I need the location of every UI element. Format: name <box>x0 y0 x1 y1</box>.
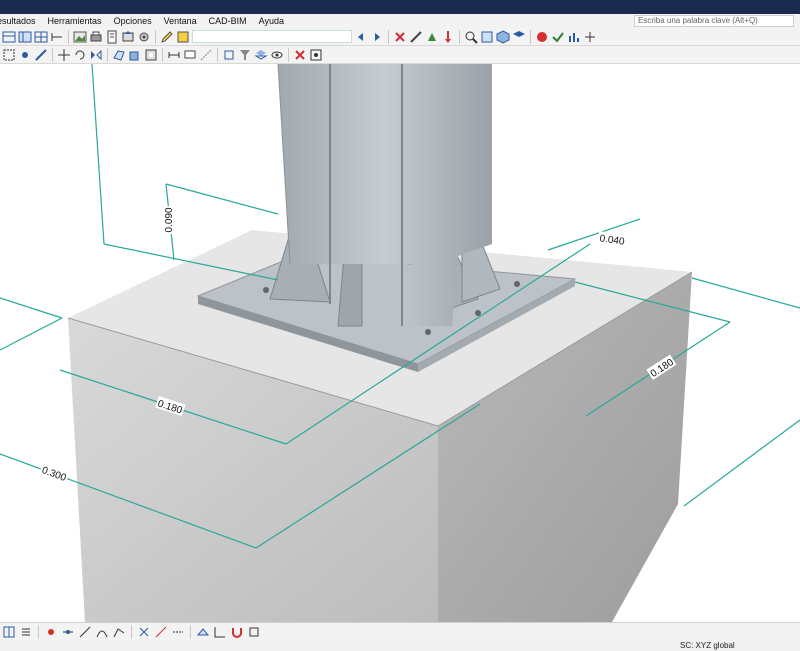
visibility-icon[interactable] <box>270 48 284 62</box>
stop-icon[interactable] <box>535 30 549 44</box>
magnet-icon[interactable] <box>230 625 244 639</box>
report-icon[interactable] <box>105 30 119 44</box>
member-icon[interactable] <box>409 30 423 44</box>
angle-icon[interactable] <box>213 625 227 639</box>
toolbar-separator <box>52 47 53 62</box>
toolbar-separator <box>217 47 218 62</box>
secondary-toolbar <box>0 46 800 64</box>
toolbar-separator <box>107 47 108 62</box>
anchor-bolt-icon <box>514 281 520 287</box>
comment-icon[interactable] <box>183 48 197 62</box>
menu-herramientas[interactable]: Herramientas <box>42 14 108 28</box>
settings-icon[interactable] <box>137 30 151 44</box>
delete-icon[interactable] <box>393 30 407 44</box>
model-canvas: 0.090 0.040 0.180 0.180 0.300 <box>0 64 800 622</box>
status-bar: SC: XYZ global <box>0 641 800 651</box>
list-icon[interactable] <box>19 625 33 639</box>
toolbar-separator <box>530 29 531 44</box>
arrow-right-icon[interactable] <box>370 30 384 44</box>
check-icon[interactable] <box>551 30 565 44</box>
bottom-toolbar <box>0 622 800 641</box>
guide-icon[interactable] <box>199 48 213 62</box>
rotate-icon[interactable] <box>73 48 87 62</box>
axes-icon[interactable] <box>583 30 597 44</box>
workplane-icon[interactable] <box>196 625 210 639</box>
opening-icon[interactable] <box>144 48 158 62</box>
3d-model-viewport[interactable]: 0.090 0.040 0.180 0.180 0.300 <box>0 64 800 622</box>
snap-grid-icon[interactable] <box>2 625 16 639</box>
midpoint-icon[interactable] <box>61 625 75 639</box>
view-icon[interactable] <box>480 30 494 44</box>
print-icon[interactable] <box>89 30 103 44</box>
grid-icon[interactable] <box>34 30 48 44</box>
dimension-icon[interactable] <box>167 48 181 62</box>
menu-ayuda[interactable]: Ayuda <box>253 14 290 28</box>
move-icon[interactable] <box>57 48 71 62</box>
toolbar-separator <box>388 29 389 44</box>
extend-icon[interactable] <box>154 625 168 639</box>
line-draw-icon[interactable] <box>78 625 92 639</box>
arrow-left-icon[interactable] <box>354 30 368 44</box>
node-icon[interactable] <box>18 48 32 62</box>
support-icon[interactable] <box>425 30 439 44</box>
toolbar-separator <box>190 625 191 639</box>
menu-ventana[interactable]: Ventana <box>158 14 203 28</box>
toolbar-separator <box>131 625 132 639</box>
main-toolbar <box>0 28 800 46</box>
cross-icon[interactable] <box>137 625 151 639</box>
polyline-icon[interactable] <box>112 625 126 639</box>
toolbar-separator <box>459 29 460 44</box>
menu-bar: esultados Herramientas Opciones Ventana … <box>0 14 800 28</box>
layers-icon[interactable] <box>254 48 268 62</box>
keyword-search-input[interactable]: Escriba una palabra clave (Alt+Q) <box>634 15 794 27</box>
export-icon[interactable] <box>121 30 135 44</box>
frame-icon[interactable] <box>309 48 323 62</box>
load-icon[interactable] <box>441 30 455 44</box>
zoom-icon[interactable] <box>464 30 478 44</box>
title-bar <box>0 0 800 14</box>
edit-icon[interactable] <box>160 30 174 44</box>
anchor-bolt-icon <box>425 329 431 335</box>
anchor-bolt-icon <box>475 310 481 316</box>
select-icon[interactable] <box>2 48 16 62</box>
menu-cad-bim[interactable]: CAD-BIM <box>203 14 253 28</box>
toolbar-separator <box>68 29 69 44</box>
dimension-label-footing-width: 0.300 <box>40 465 68 484</box>
ortho-icon[interactable] <box>247 625 261 639</box>
toolbar-separator <box>288 47 289 62</box>
coordinate-system-status[interactable]: SC: XYZ global <box>680 641 735 651</box>
image-icon[interactable] <box>73 30 87 44</box>
surface-icon[interactable] <box>112 48 126 62</box>
results-icon[interactable] <box>567 30 581 44</box>
toolbar-separator <box>38 625 39 639</box>
line-icon[interactable] <box>34 48 48 62</box>
split-icon[interactable] <box>50 30 64 44</box>
menu-resultados[interactable]: esultados <box>0 14 42 28</box>
load-case-select[interactable] <box>192 30 352 43</box>
table-icon[interactable] <box>18 30 32 44</box>
rows-icon[interactable] <box>2 30 16 44</box>
anchor-bolt-icon <box>263 287 269 293</box>
note-icon[interactable] <box>176 30 190 44</box>
solid-icon[interactable] <box>128 48 142 62</box>
render-icon[interactable] <box>512 30 526 44</box>
filter-icon[interactable] <box>238 48 252 62</box>
mirror-icon[interactable] <box>89 48 103 62</box>
snap-icon[interactable] <box>222 48 236 62</box>
cube-icon[interactable] <box>496 29 510 44</box>
dimension-label-stiffener-offset: 0.040 <box>599 233 626 247</box>
node-snap-icon[interactable] <box>44 625 58 639</box>
dimension-label-column-height: 0.090 <box>164 207 175 232</box>
toolbar-separator <box>155 29 156 44</box>
toolbar-separator <box>162 47 163 62</box>
arc-icon[interactable] <box>95 625 109 639</box>
trim-icon[interactable] <box>171 625 185 639</box>
close-icon[interactable] <box>293 48 307 62</box>
menu-opciones[interactable]: Opciones <box>108 14 158 28</box>
